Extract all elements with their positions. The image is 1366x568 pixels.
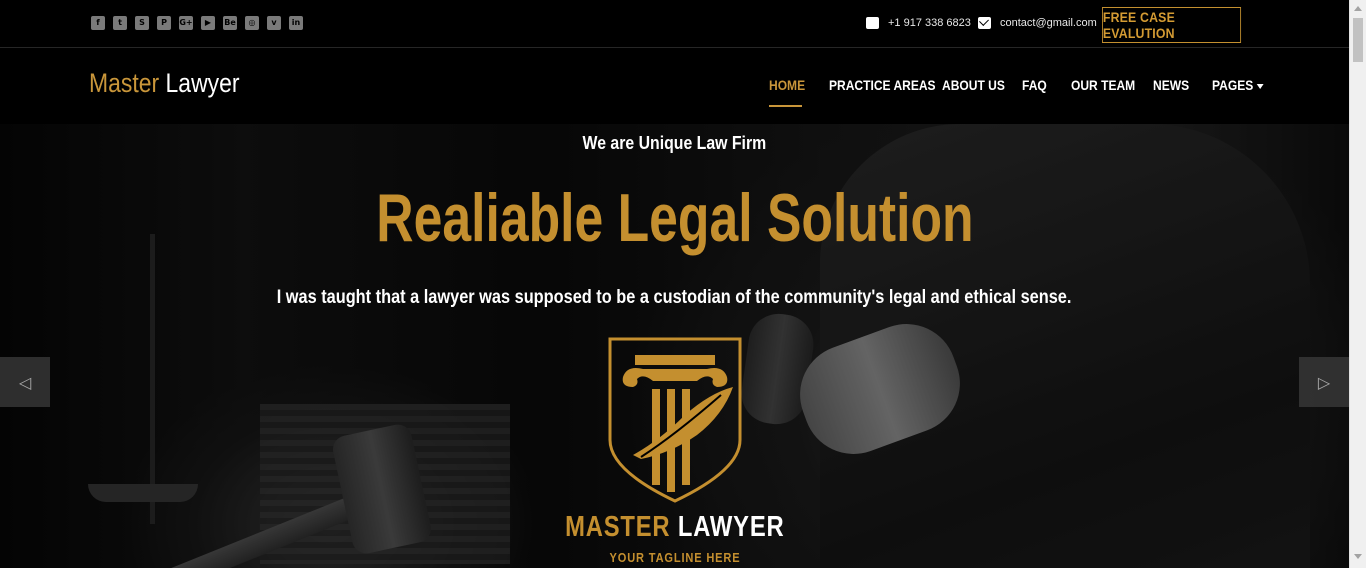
nav-active-indicator	[769, 105, 802, 107]
scroll-up-arrow-icon[interactable]	[1354, 6, 1362, 11]
slider-next-arrow-icon[interactable]: ▷	[1299, 357, 1349, 407]
brand-logo[interactable]: Master Lawyer	[89, 68, 240, 99]
slider-prev-arrow-icon[interactable]: ◁	[0, 357, 50, 407]
nav-practice-areas[interactable]: PRACTICE AREAS	[829, 77, 936, 93]
brand-part-2: Lawyer	[165, 68, 240, 98]
skype-icon[interactable]: S	[135, 16, 149, 30]
nav-about-us[interactable]: ABOUT US	[942, 77, 1005, 93]
hero-kicker: We are Unique Law Firm	[582, 133, 767, 153]
google-plus-icon[interactable]: G+	[179, 16, 193, 30]
youtube-icon[interactable]: ▶	[201, 16, 215, 30]
logo-wordmark: MASTER LAWYER	[0, 511, 1349, 544]
top-bar: f t S P G+ ▶ Be ◎ v in +1 917 338 6823 c…	[0, 0, 1349, 48]
email-contact[interactable]: contact@gmail.com	[978, 17, 1097, 29]
phone-number: +1 917 338 6823	[888, 17, 971, 29]
nav-pages-label: PAGES	[1212, 77, 1254, 93]
linkedin-icon[interactable]: in	[289, 16, 303, 30]
nav-our-team[interactable]: OUR TEAM	[1071, 77, 1135, 93]
facebook-icon[interactable]: f	[91, 16, 105, 30]
nav-home[interactable]: HOME	[769, 77, 805, 93]
vimeo-icon[interactable]: v	[267, 16, 281, 30]
vertical-scrollbar[interactable]	[1349, 0, 1366, 568]
logo-word-2: LAWYER	[677, 511, 785, 543]
logo-tagline: YOUR TAGLINE HERE	[609, 550, 740, 565]
social-links: f t S P G+ ▶ Be ◎ v in	[91, 16, 303, 30]
phone-contact[interactable]: +1 917 338 6823	[866, 17, 971, 29]
nav-news[interactable]: NEWS	[1153, 77, 1189, 93]
dribbble-icon[interactable]: ◎	[245, 16, 259, 30]
nav-faq[interactable]: FAQ	[1022, 77, 1047, 93]
email-address: contact@gmail.com	[1000, 17, 1097, 29]
scroll-down-arrow-icon[interactable]	[1354, 554, 1362, 559]
nav-pages[interactable]: PAGES	[1212, 77, 1264, 93]
pillar-shield-logo-icon	[608, 337, 742, 503]
brand-part-1: Master	[89, 68, 160, 98]
logo-word-1: MASTER	[564, 511, 671, 543]
free-case-evaluation-button[interactable]: FREE CASE EVALUTION	[1102, 7, 1242, 43]
phone-icon	[866, 17, 879, 29]
envelope-icon	[978, 17, 991, 29]
pinterest-icon[interactable]: P	[157, 16, 171, 30]
hero-subtitle: I was taught that a lawyer was supposed …	[277, 287, 1072, 308]
hero-headline: Realiable Legal Solution	[375, 180, 974, 256]
behance-icon[interactable]: Be	[223, 16, 237, 30]
caret-down-icon	[1256, 83, 1264, 89]
twitter-icon[interactable]: t	[113, 16, 127, 30]
scrollbar-thumb[interactable]	[1353, 18, 1363, 62]
